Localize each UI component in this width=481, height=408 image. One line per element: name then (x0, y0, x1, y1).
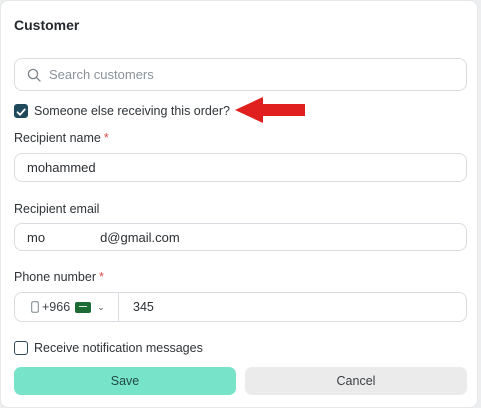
search-placeholder: Search customers (49, 67, 154, 82)
recipient-name-field[interactable]: mohammed (14, 153, 467, 182)
annotation-arrow-icon (235, 97, 305, 123)
saudi-flag-icon (75, 301, 92, 313)
redaction-mask (45, 230, 101, 244)
recipient-email-field[interactable]: mo d@gmail.com (14, 223, 467, 251)
email-suffix: d@gmail.com (100, 229, 180, 245)
customer-card: Customer Search customers Someone else r… (0, 0, 478, 408)
recipient-name-value: mohammed (27, 160, 96, 175)
phone-number-value: 345 (133, 300, 154, 314)
someone-else-label[interactable]: Someone else receiving this order? (34, 104, 230, 118)
phone-number-field[interactable]: +966 ⌄ 345 (14, 292, 467, 322)
search-input[interactable]: Search customers (14, 58, 467, 91)
phone-icon (31, 301, 39, 313)
recipient-email-label: Recipient email (14, 202, 100, 216)
required-mark: * (103, 131, 109, 145)
country-code-select[interactable]: +966 ⌄ (15, 293, 119, 321)
cancel-button[interactable]: Cancel (245, 367, 467, 395)
country-code: +966 (42, 300, 71, 314)
notifications-label[interactable]: Receive notification messages (34, 341, 203, 355)
section-title: Customer (14, 17, 80, 33)
email-prefix: mo (27, 229, 46, 245)
chevron-down-icon: ⌄ (97, 301, 105, 312)
save-button[interactable]: Save (14, 367, 236, 395)
search-icon (27, 68, 41, 82)
recipient-name-label: Recipient name * (14, 131, 109, 145)
required-mark: * (99, 270, 104, 284)
someone-else-checkbox[interactable] (14, 104, 28, 118)
notifications-checkbox[interactable] (14, 341, 28, 355)
check-icon (16, 108, 26, 116)
phone-number-label: Phone number * (14, 270, 104, 284)
